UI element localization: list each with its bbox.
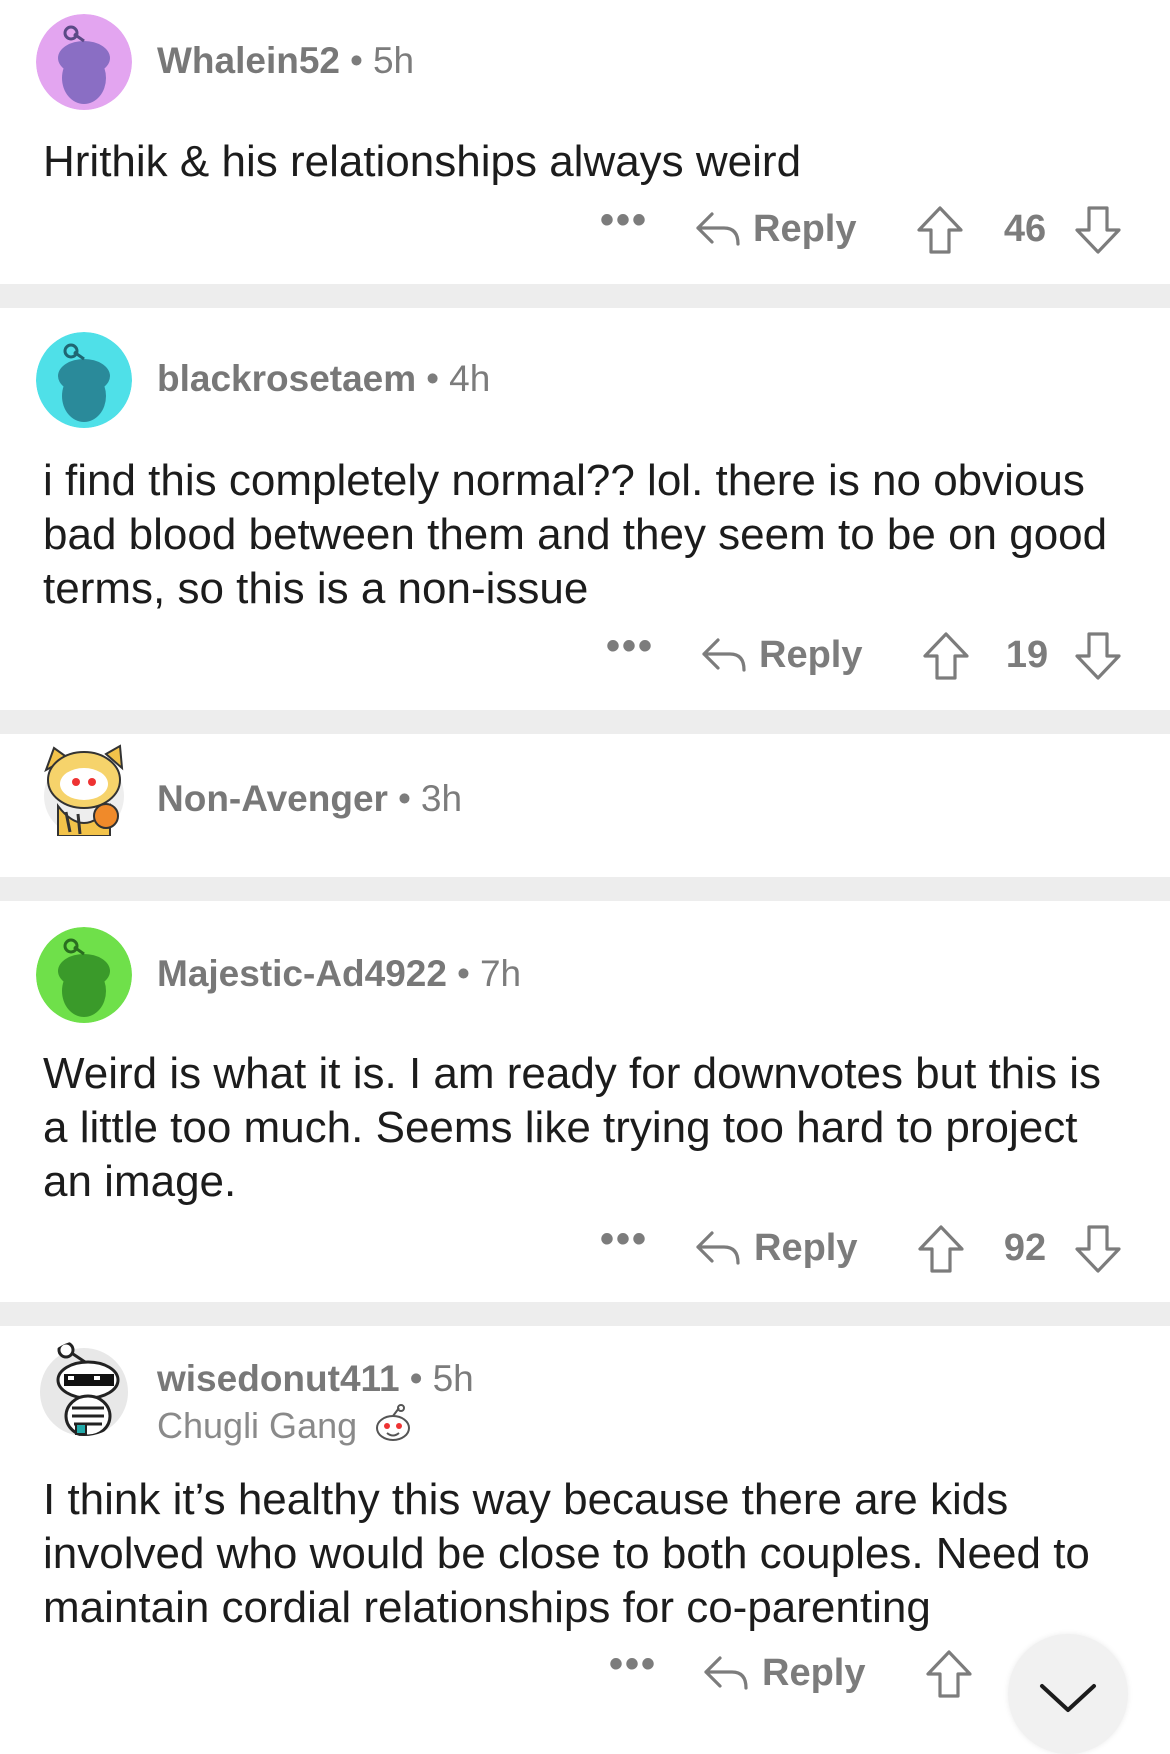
comment-meta: Whalein52 • 5h (157, 40, 414, 82)
snoo-avatar-icon (36, 927, 132, 1023)
username[interactable]: wisedonut411 (157, 1358, 400, 1399)
snoo-avatar-icon (36, 14, 132, 110)
comment-actions: ••• Reply 46 (0, 198, 1170, 264)
collapse-thread-button[interactable] (1008, 1634, 1128, 1754)
comment-age: 5h (432, 1358, 474, 1399)
comment-body: Hrithik & his relationships always weird (43, 137, 802, 186)
comment-actions: ••• Reply 92 (0, 1217, 1170, 1283)
comment-age: 5h (372, 40, 415, 81)
tiger-snoo-avatar-icon (44, 744, 124, 836)
reply-button[interactable]: Reply (762, 1652, 865, 1695)
reply-arrow-icon[interactable] (702, 1654, 750, 1694)
vote-score: 19 (1005, 634, 1049, 676)
comment-divider (0, 877, 1170, 901)
downvote-arrow-icon[interactable] (1073, 1223, 1123, 1275)
separator-dot: • (397, 778, 411, 819)
username[interactable]: Majestic-Ad4922 (157, 953, 447, 994)
username[interactable]: blackrosetaem (157, 358, 416, 399)
collapse-chevron-icon (1040, 1684, 1096, 1712)
comment-meta: wisedonut411 • 5h (157, 1358, 474, 1400)
comment-actions: ••• Reply 19 (0, 624, 1170, 690)
reply-button[interactable]: Reply (753, 208, 856, 251)
comment-body: I think it’s healthy this way because th… (43, 1475, 1090, 1632)
user-avatar[interactable] (36, 927, 132, 1023)
comment-body: i find this completely normal?? lol. the… (43, 456, 1108, 613)
reply-arrow-icon[interactable] (694, 1229, 742, 1269)
upvote-arrow-icon[interactable] (916, 1223, 966, 1275)
separator-dot: • (350, 40, 363, 81)
comment-actions: ••• Reply (0, 1642, 1170, 1708)
snoo-avatar-icon (36, 332, 132, 428)
user-avatar[interactable] (36, 332, 132, 428)
vote-score: 46 (1003, 208, 1047, 250)
flair-emoji-icon (376, 1404, 411, 1441)
comment-age: 3h (420, 778, 463, 819)
upvote-arrow-icon[interactable] (924, 1648, 974, 1700)
more-dots-icon[interactable]: ••• (600, 1217, 648, 1262)
reply-button[interactable]: Reply (754, 1227, 857, 1270)
comment-body: Weird is what it is. I am ready for down… (43, 1049, 1102, 1206)
vote-score: 92 (1003, 1227, 1047, 1269)
reply-arrow-icon[interactable] (694, 210, 742, 250)
comment-4: Majestic-Ad4922 • 7h Weird is what it is. … (0, 901, 1170, 1302)
separator-dot: • (426, 358, 440, 399)
more-dots-icon[interactable]: ••• (606, 624, 654, 669)
comment-meta: Majestic-Ad4922 • 7h (157, 953, 521, 995)
comment-age: 4h (449, 358, 491, 399)
username[interactable]: Whalein52 (157, 40, 340, 81)
comment-5: wisedonut411 • 5h Chugli Gang I think it’s… (0, 1326, 1170, 1707)
comment-2: blackrosetaem • 4h i find this completely … (0, 308, 1170, 710)
username[interactable]: Non-Avenger (157, 778, 388, 819)
flair-text: Chugli Gang (157, 1405, 358, 1446)
comment-age: 7h (479, 953, 522, 994)
separator-dot: • (456, 953, 470, 994)
comment-divider (0, 710, 1170, 734)
upvote-arrow-icon[interactable] (921, 630, 971, 682)
user-avatar[interactable] (36, 1340, 132, 1436)
reply-button[interactable]: Reply (759, 634, 862, 677)
comment-1: Whalein52 • 5h Hrithik & his relationships… (0, 0, 1170, 285)
downvote-arrow-icon[interactable] (1073, 204, 1123, 256)
user-avatar[interactable] (36, 740, 132, 836)
separator-dot: • (409, 1358, 423, 1399)
more-dots-icon[interactable]: ••• (609, 1642, 657, 1687)
user-avatar[interactable] (36, 14, 132, 110)
comment-divider (0, 1302, 1170, 1326)
skeleton-snoo-avatar-icon (40, 1341, 128, 1436)
comment-3-collapsed[interactable]: Non-Avenger • 3h (0, 734, 1170, 877)
downvote-arrow-icon[interactable] (1073, 630, 1123, 682)
comment-divider (0, 284, 1170, 308)
reply-arrow-icon[interactable] (700, 636, 748, 676)
more-dots-icon[interactable]: ••• (600, 198, 648, 243)
upvote-arrow-icon[interactable] (915, 204, 965, 256)
comment-meta: Non-Avenger • 3h (157, 778, 462, 820)
user-flair: Chugli Gang (157, 1404, 413, 1447)
comment-meta: blackrosetaem • 4h (157, 358, 490, 400)
